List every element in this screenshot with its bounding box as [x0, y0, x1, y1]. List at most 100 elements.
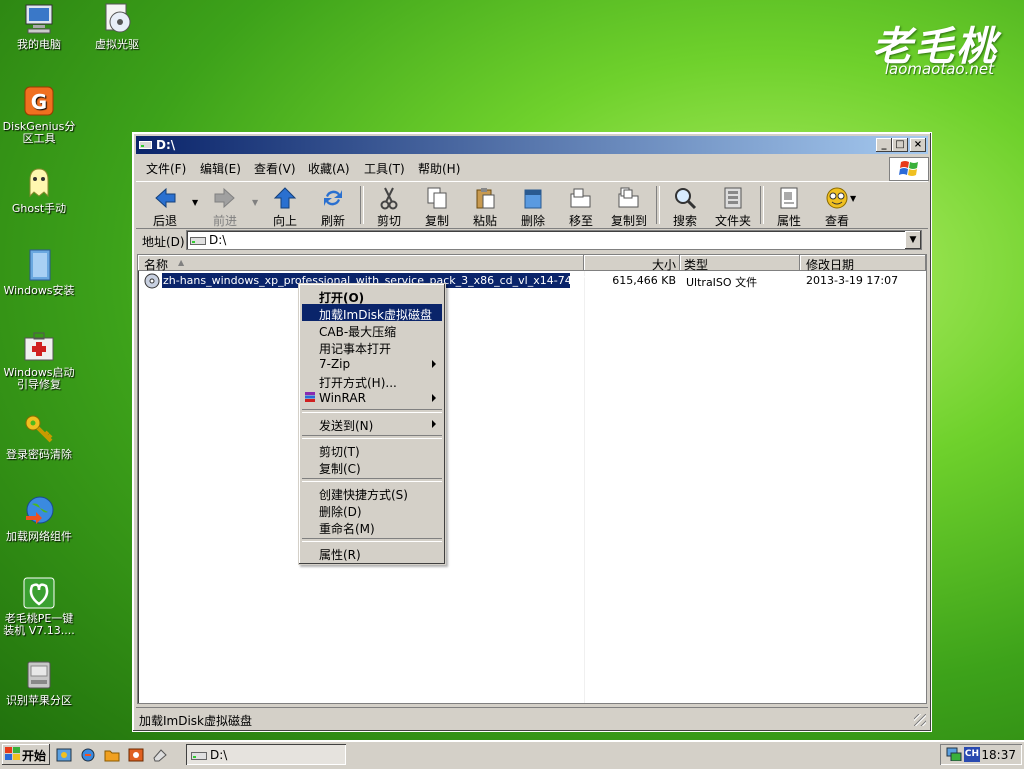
menu-item-7zip[interactable]: 7-Zip	[302, 355, 442, 372]
quicklaunch-image-icon[interactable]	[128, 747, 144, 763]
windows-logo-icon	[5, 747, 20, 764]
window-title: D:\	[156, 138, 176, 152]
menu-item-create-shortcut[interactable]: 创建快捷方式(S)	[302, 484, 442, 502]
status-text: 加载ImDisk虚拟磁盘	[139, 714, 253, 728]
address-input[interactable]: D:\ ▼	[186, 230, 922, 250]
menu-separator	[302, 435, 442, 439]
desktop-icon-label: 加载网络组件	[6, 530, 72, 543]
menu-item-properties[interactable]: 属性(R)	[302, 544, 442, 562]
menu-item-cut[interactable]: 剪切(T)	[302, 441, 442, 459]
ghost-icon	[22, 166, 56, 200]
properties-button[interactable]: 属性	[764, 184, 814, 229]
address-label: 地址(D)	[142, 235, 185, 249]
desktop-icon-password-clear[interactable]: 登录密码清除	[0, 412, 78, 461]
refresh-button[interactable]: 刷新	[308, 184, 358, 229]
menu-edit[interactable]: 编辑(E)	[200, 160, 241, 177]
menu-view[interactable]: 查看(V)	[254, 160, 296, 177]
quicklaunch-network-icon[interactable]	[80, 747, 96, 763]
address-bar: 地址(D) D:\ ▼	[136, 229, 928, 251]
desktop-icon-label: Ghost手动	[11, 202, 67, 215]
column-header-type[interactable]: 类型	[680, 255, 801, 272]
desktop-icon-label: DiskGenius分区工具	[2, 120, 76, 145]
menu-item-mount-imdisk[interactable]: 加载ImDisk虚拟磁盘	[302, 304, 442, 322]
search-button[interactable]: 搜索	[660, 184, 710, 229]
cut-button[interactable]: 剪切	[364, 184, 414, 229]
move-to-folder-icon	[569, 186, 593, 210]
drive-icon	[191, 749, 207, 764]
menu-item-open[interactable]: 打开(O)	[302, 287, 442, 305]
drive-icon	[190, 234, 206, 249]
desktop-icon-windows-install[interactable]: Windows安装	[0, 248, 78, 297]
menu-favorites[interactable]: 收藏(A)	[308, 160, 350, 177]
desktop-icon-ghost[interactable]: Ghost手动	[0, 166, 78, 215]
menu-separator	[302, 409, 442, 413]
diskgenius-icon: G	[22, 84, 56, 118]
menu-help[interactable]: 帮助(H)	[418, 160, 460, 177]
menu-file[interactable]: 文件(F)	[146, 160, 186, 177]
submenu-arrow-icon	[432, 360, 436, 368]
desktop-icon-label: 虚拟光驱	[95, 38, 139, 51]
menu-item-send-to[interactable]: 发送到(N)	[302, 415, 442, 433]
maximize-button[interactable]: □	[892, 138, 908, 152]
quicklaunch-folder-icon[interactable]	[104, 747, 120, 763]
peach-logo-icon	[22, 576, 56, 610]
quicklaunch-eraser-icon[interactable]	[152, 747, 168, 763]
menu-bar: 文件(F) 编辑(E) 查看(V) 收藏(A) 工具(T) 帮助(H)	[136, 157, 928, 177]
move-to-button[interactable]: 移至	[556, 184, 606, 229]
address-value: D:\	[209, 233, 227, 247]
menu-item-cab-compress[interactable]: CAB-最大压缩	[302, 321, 442, 339]
desktop-icon-label: 识别苹果分区	[6, 694, 72, 707]
file-list[interactable]: 名称 ▲ 大小 类型 修改日期 zh-hans_windows_xp_profe…	[137, 254, 927, 704]
windows-flag-icon	[889, 157, 929, 181]
back-dropdown-icon[interactable]: ▼	[192, 198, 198, 207]
desktop-icon-label: 登录密码清除	[6, 448, 72, 461]
folders-button[interactable]: 文件夹	[708, 184, 758, 229]
title-bar[interactable]: D:\ _ □ ×	[136, 136, 928, 154]
menu-item-open-notepad[interactable]: 用记事本打开	[302, 338, 442, 356]
forward-button[interactable]: 前进	[200, 184, 250, 229]
desktop-icon-network[interactable]: 加载网络组件	[0, 494, 78, 543]
taskbar-button-explorer[interactable]: D:\	[186, 744, 346, 765]
address-dropdown-button[interactable]: ▼	[905, 231, 921, 249]
menu-tools[interactable]: 工具(T)	[364, 160, 405, 177]
quicklaunch-tool-icon[interactable]	[56, 747, 72, 763]
sort-ascending-icon: ▲	[178, 258, 185, 267]
menu-item-winrar[interactable]: WinRAR	[302, 389, 442, 406]
close-button[interactable]: ×	[910, 138, 926, 152]
paste-button[interactable]: 粘贴	[460, 184, 510, 229]
forward-dropdown-icon[interactable]: ▼	[252, 198, 258, 207]
clock[interactable]: 18:37	[981, 748, 1016, 762]
back-button[interactable]: 后退	[140, 184, 190, 229]
view-dropdown-icon[interactable]: ▼	[850, 194, 856, 203]
up-button[interactable]: 向上	[260, 184, 310, 229]
copy-button[interactable]: 复制	[412, 184, 462, 229]
desktop-icon-one-click-install[interactable]: 老毛桃PE一键装机 V7.13....	[0, 576, 78, 637]
view-button[interactable]: 查看	[812, 184, 862, 229]
desktop-icon-boot-repair[interactable]: Windows启动引导修复	[0, 330, 78, 391]
desktop-icon-virtual-drive[interactable]: 虚拟光驱	[78, 2, 156, 51]
ime-indicator[interactable]: CH	[964, 747, 980, 762]
submenu-arrow-icon	[432, 394, 436, 402]
menu-separator	[302, 538, 442, 542]
desktop-icon-my-computer[interactable]: 我的电脑	[0, 2, 78, 51]
column-header-name[interactable]: 名称 ▲	[138, 255, 585, 272]
desktop-icon-apple-partition[interactable]: 识别苹果分区	[0, 658, 78, 707]
start-button[interactable]: 开始	[2, 744, 50, 765]
delete-button[interactable]: 删除	[508, 184, 558, 229]
view-glasses-icon	[825, 186, 849, 210]
menu-item-delete[interactable]: 删除(D)	[302, 501, 442, 519]
menu-item-open-with[interactable]: 打开方式(H)...	[302, 372, 442, 390]
resize-grip[interactable]	[914, 714, 926, 726]
minimize-button[interactable]: _	[876, 138, 892, 152]
menu-item-copy[interactable]: 复制(C)	[302, 458, 442, 476]
search-icon	[673, 186, 697, 210]
menu-separator	[302, 478, 442, 482]
column-header-size[interactable]: 大小	[584, 255, 681, 272]
menu-item-rename[interactable]: 重命名(M)	[302, 518, 442, 536]
tray-network-icon[interactable]	[946, 747, 962, 764]
column-header-modified[interactable]: 修改日期	[800, 255, 926, 272]
desktop-icon-diskgenius[interactable]: G DiskGenius分区工具	[0, 84, 78, 145]
forward-arrow-icon	[213, 186, 237, 210]
svg-text:G: G	[31, 90, 47, 114]
copy-to-button[interactable]: 复制到	[604, 184, 654, 229]
